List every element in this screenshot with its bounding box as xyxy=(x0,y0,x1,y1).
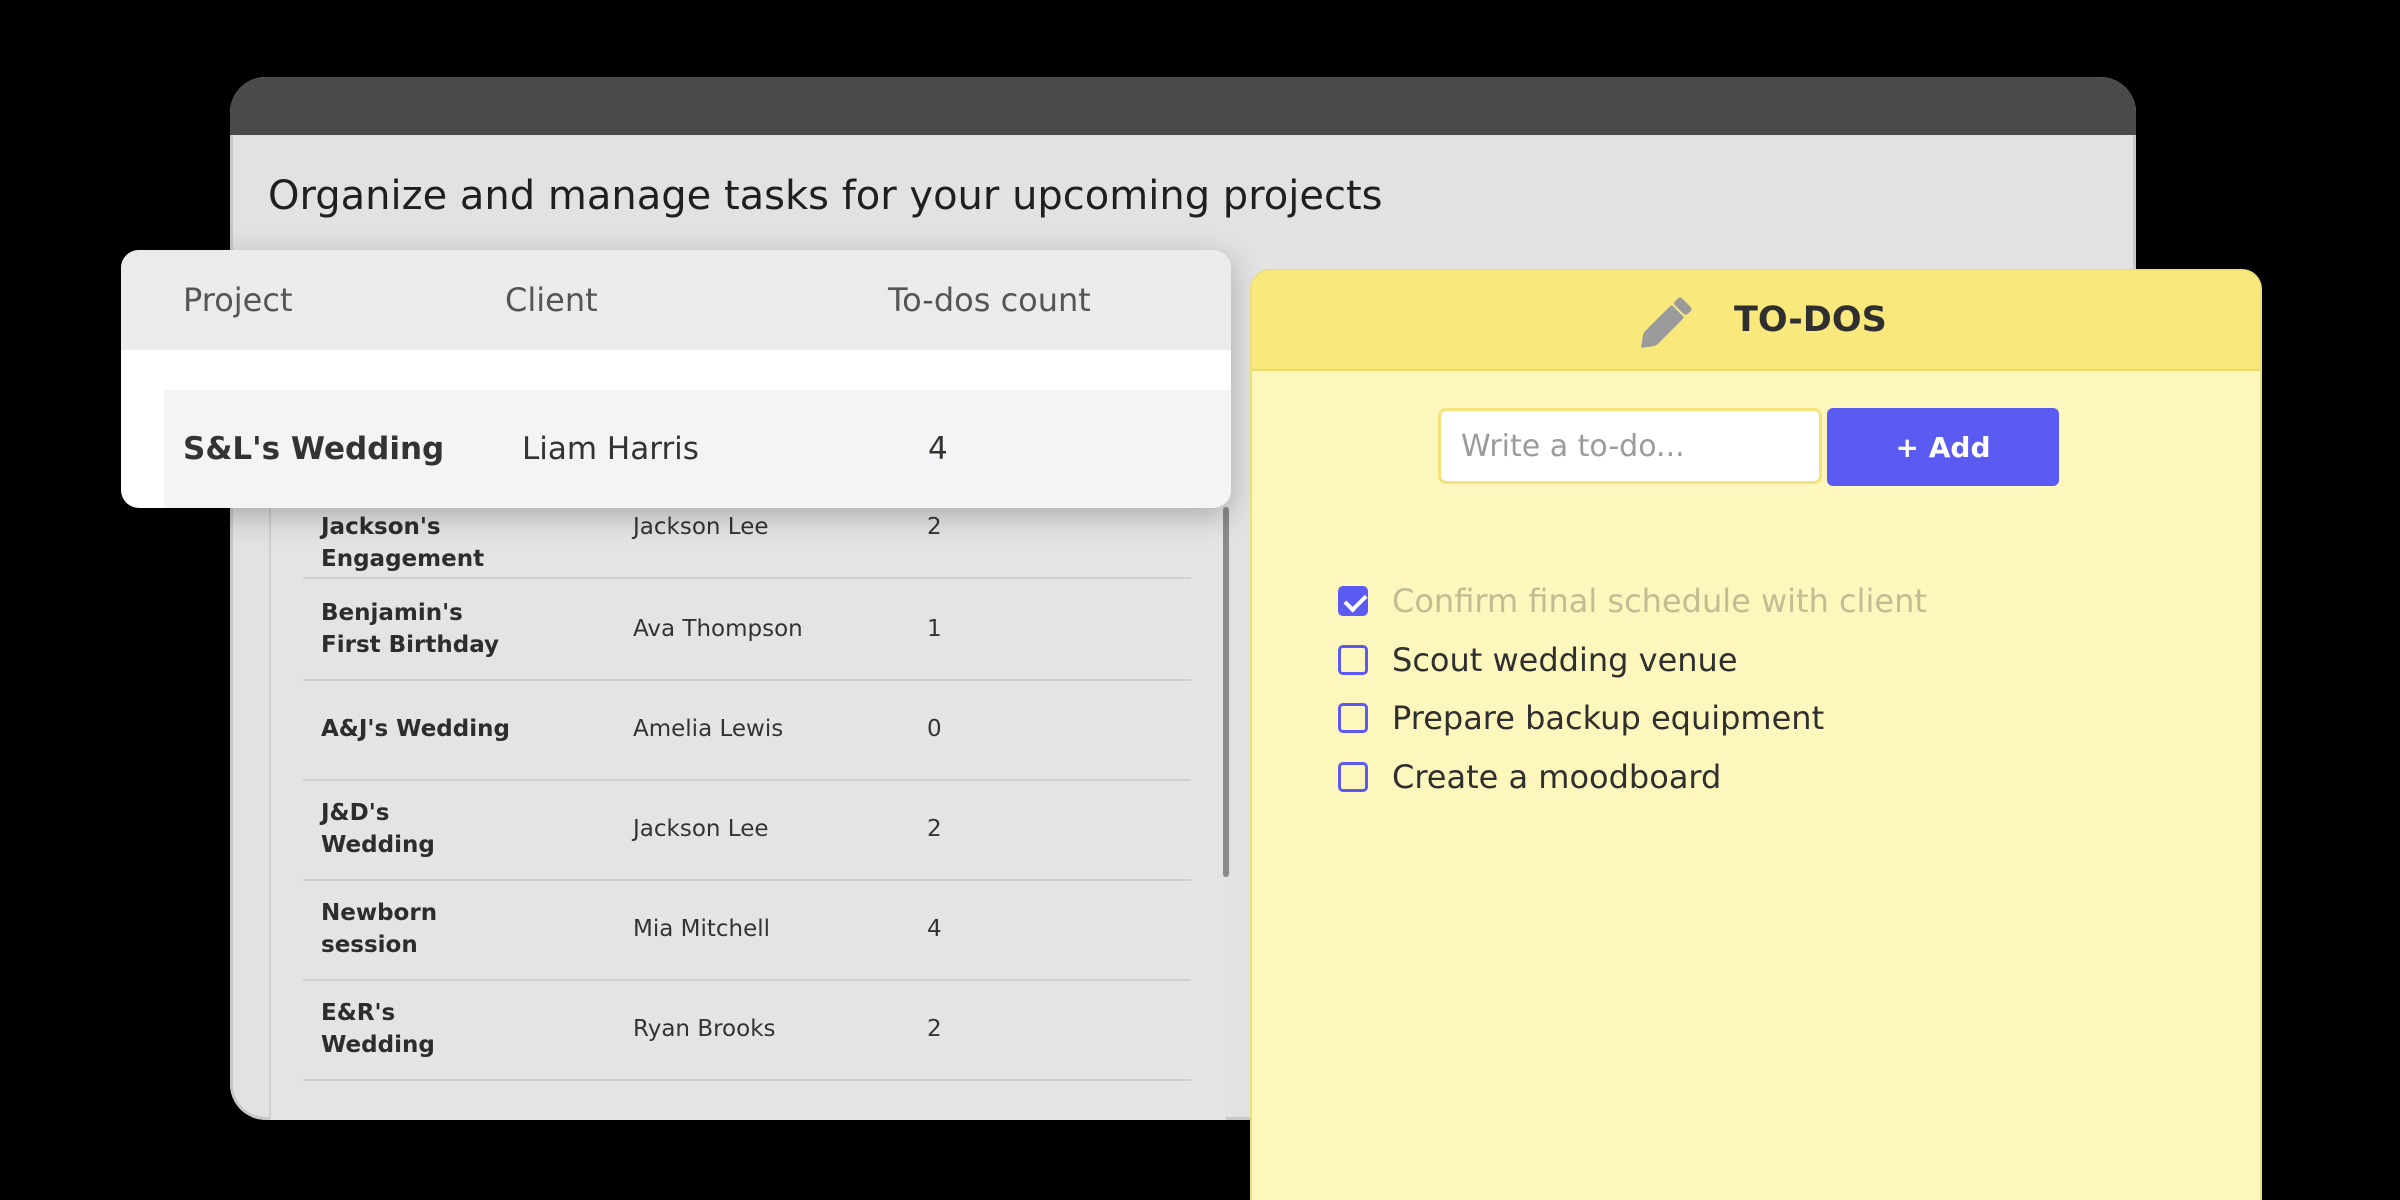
todos-count: 4 xyxy=(928,431,948,467)
table-row[interactable]: Benjamin's First Birthday Ava Thompson 1 xyxy=(303,579,1191,681)
column-header-todos-count[interactable]: To-dos count xyxy=(888,281,1091,319)
project-name: Benjamin's First Birthday xyxy=(321,600,500,658)
project-name: E&R's Wedding xyxy=(321,1000,435,1058)
todo-item[interactable]: Confirm final schedule with client xyxy=(1338,576,1927,626)
todos-count: 2 xyxy=(927,1016,942,1042)
project-name: Newborn session xyxy=(321,900,438,958)
client-name: Amelia Lewis xyxy=(633,716,784,742)
checkbox-checked[interactable] xyxy=(1338,586,1368,616)
page-title: Organize and manage tasks for your upcom… xyxy=(268,173,1383,219)
todo-text: Create a moodboard xyxy=(1392,758,1722,796)
pencil-icon xyxy=(1641,297,1692,348)
project-name: A&J's Wedding xyxy=(321,716,510,742)
todo-text: Scout wedding venue xyxy=(1392,641,1738,679)
projects-table-card: Project Client To-dos count S&L's Weddin… xyxy=(121,250,1231,508)
projects-table: Emily & Jackson's Engagement Jackson Lee… xyxy=(269,482,1267,1120)
checkbox[interactable] xyxy=(1338,645,1368,675)
todo-item[interactable]: Create a moodboard xyxy=(1338,752,1721,802)
table-row[interactable]: E&R's Wedding Ryan Brooks 2 xyxy=(303,979,1191,1081)
client-name: Ava Thompson xyxy=(633,616,803,642)
client-name: Ryan Brooks xyxy=(633,1016,776,1042)
todos-count: 2 xyxy=(927,514,942,540)
column-header-project[interactable]: Project xyxy=(183,281,292,319)
client-name: Liam Harris xyxy=(522,431,699,467)
client-name: Mia Mitchell xyxy=(633,916,771,942)
todos-title: TO-DOS xyxy=(1734,300,1887,340)
table-row[interactable]: J&D's Wedding Jackson Lee 2 xyxy=(303,779,1191,881)
column-header-client[interactable]: Client xyxy=(505,281,598,319)
todo-text: Prepare backup equipment xyxy=(1392,699,1825,737)
client-name: Jackson Lee xyxy=(633,514,769,540)
todo-item[interactable]: Prepare backup equipment xyxy=(1338,693,1824,743)
table-scrollbar[interactable] xyxy=(1223,507,1229,877)
add-todo-button[interactable]: + Add xyxy=(1827,408,2059,486)
client-name: Jackson Lee xyxy=(633,816,769,842)
table-row[interactable]: A&J's Wedding Amelia Lewis 0 xyxy=(303,679,1191,781)
todos-header: TO-DOS xyxy=(1252,271,2260,371)
window-titlebar xyxy=(230,77,2136,135)
todos-count: 0 xyxy=(927,716,942,742)
checkbox[interactable] xyxy=(1338,703,1368,733)
checkbox[interactable] xyxy=(1338,762,1368,792)
todos-count: 4 xyxy=(927,916,942,942)
todo-input[interactable] xyxy=(1438,408,1822,484)
todos-count: 1 xyxy=(927,616,942,642)
project-name: J&D's Wedding xyxy=(321,800,435,858)
todo-item[interactable]: Scout wedding venue xyxy=(1338,635,1738,685)
todos-panel: TO-DOS + Add Confirm final schedule with… xyxy=(1252,271,2260,1200)
project-name: S&L's Wedding xyxy=(183,431,445,467)
table-row[interactable]: Newborn session Mia Mitchell 4 xyxy=(303,879,1191,981)
table-header: Project Client To-dos count xyxy=(121,250,1231,350)
todos-count: 2 xyxy=(927,816,942,842)
table-row-selected[interactable]: S&L's Wedding Liam Harris 4 xyxy=(164,390,1231,508)
todo-text: Confirm final schedule with client xyxy=(1392,582,1927,620)
